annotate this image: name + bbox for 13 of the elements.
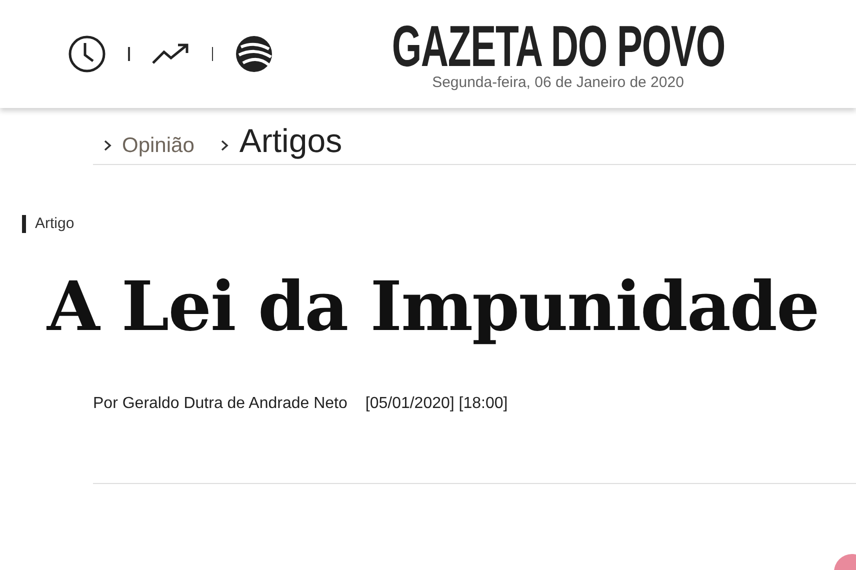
author-byline: Por Geraldo Dutra de Andrade Neto [93,395,348,413]
category-label: Artigo [22,215,856,233]
site-logo[interactable]: GAZETA DO POVO [391,22,725,72]
chevron-icon [103,139,112,152]
article-title: A Lei da Impunidade [47,267,820,347]
breadcrumb-link[interactable]: Opinião [122,134,194,158]
trend-icon[interactable] [152,43,190,65]
globe-icon[interactable] [235,35,273,73]
breadcrumb-link[interactable]: Artigos [239,122,342,160]
publish-date: [05/01/2020] [18:00] [365,395,508,413]
clock-icon[interactable] [68,35,106,73]
chevron-icon [220,139,230,152]
current-date: Segunda-feira, 06 de Janeiro de 2020 [432,74,684,90]
